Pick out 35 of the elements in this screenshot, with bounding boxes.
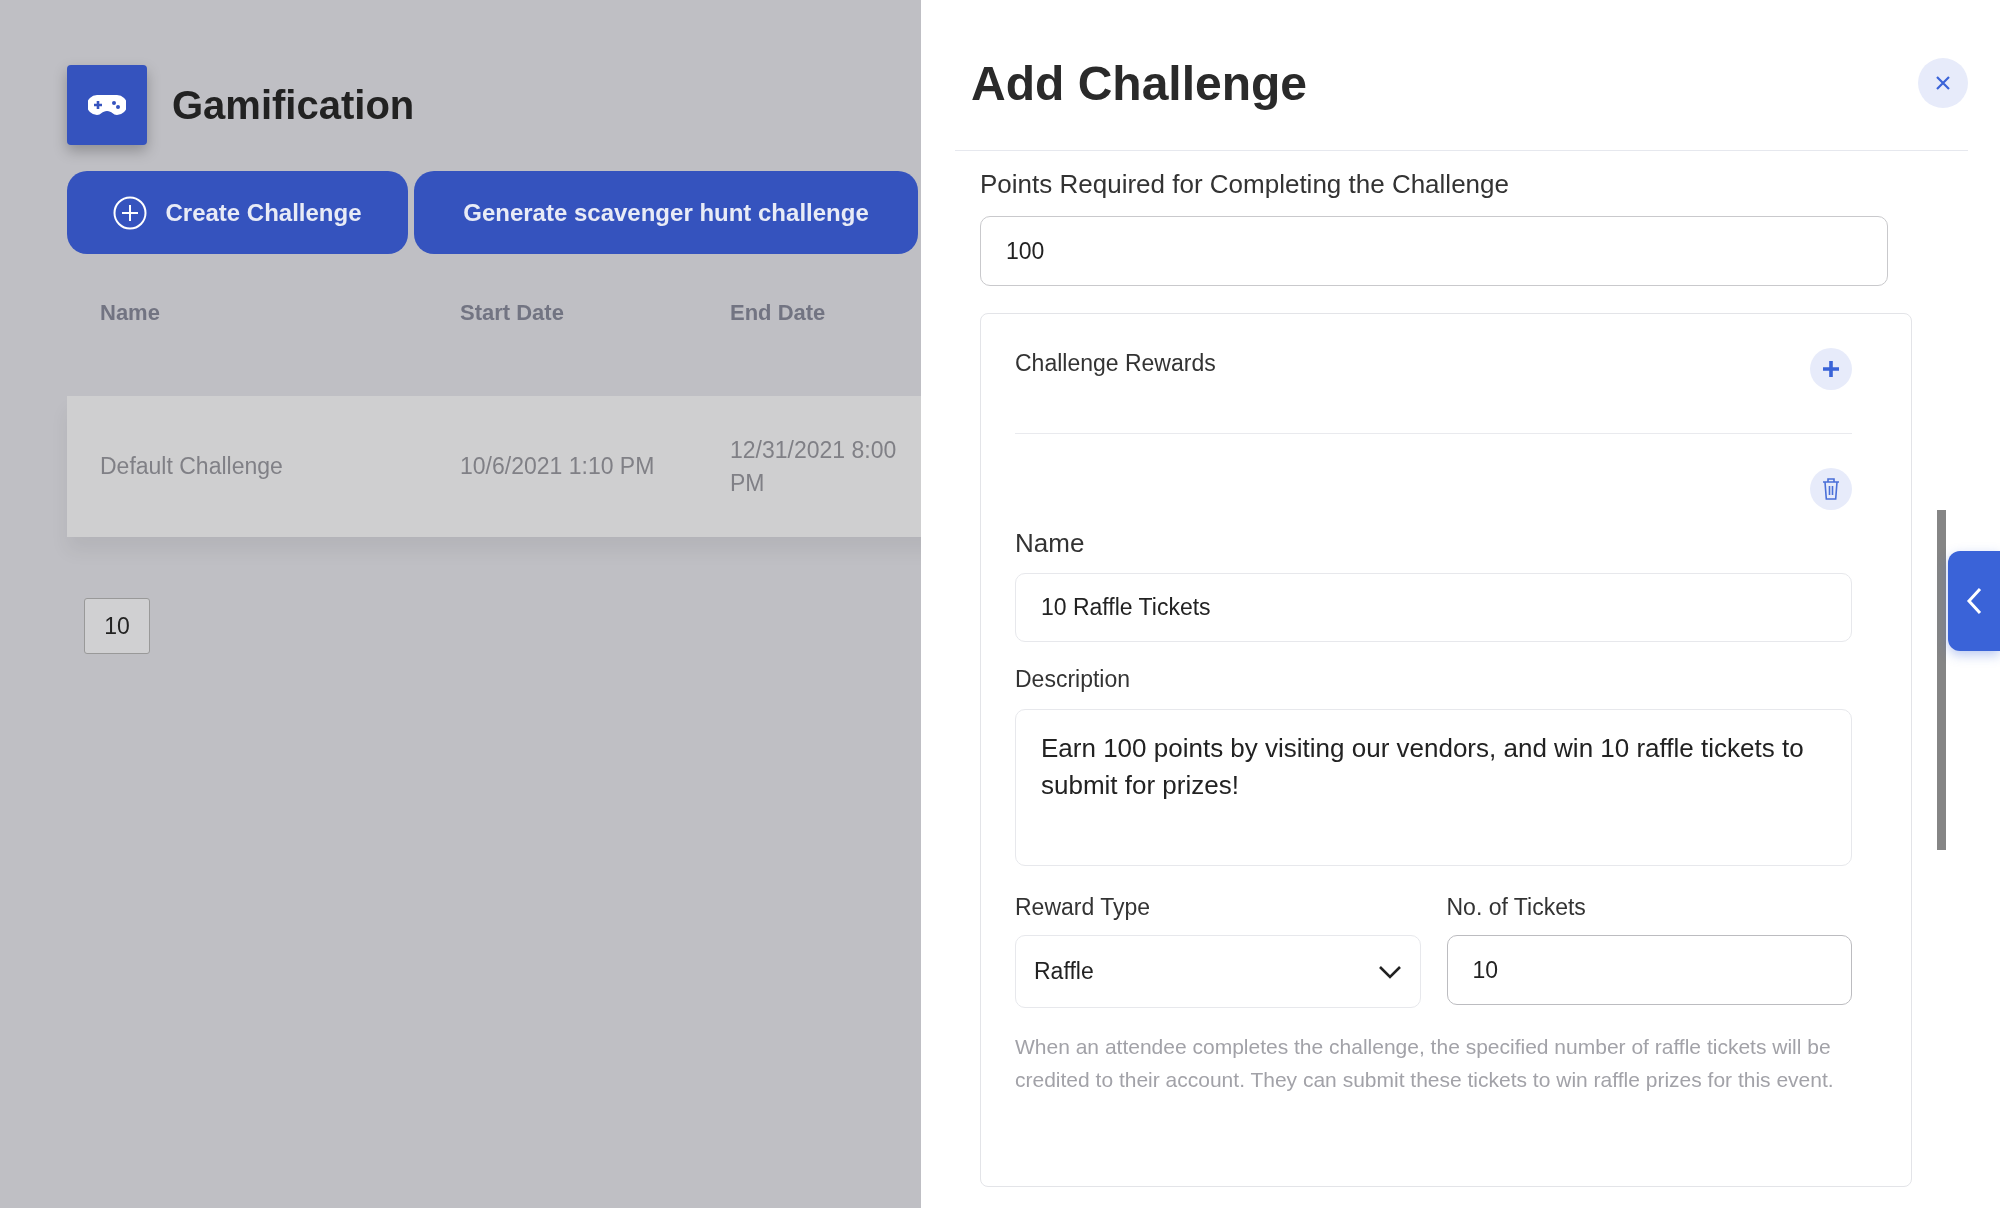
- add-button[interactable]: [1810, 347, 1852, 390]
- table-cell-text: 10/6/2021 1:10 PM: [460, 452, 656, 481]
- tickets-field[interactable]: 10: [1446, 935, 1852, 1005]
- table-cell-text: Default Challenge: [100, 452, 284, 481]
- name-field[interactable]: 10 Raffle Tickets: [1015, 573, 1852, 642]
- column-header: Name: [100, 300, 161, 327]
- chevron-down-icon: [1377, 964, 1402, 979]
- panel-title: Add Challenge: [971, 55, 1308, 111]
- close-icon: [1935, 75, 1951, 91]
- table-cell-text: 12/31/2021 8:00 PM: [730, 435, 898, 498]
- field-label: Name: [1015, 528, 1086, 559]
- delete-button[interactable]: [1810, 468, 1852, 510]
- chevron-left-icon: [1965, 586, 1983, 616]
- section-title: Challenge Rewards: [1015, 350, 1216, 377]
- generate-button[interactable]: Generate scavenger hunt challenge: [414, 171, 918, 254]
- field-label: Description: [1015, 666, 1132, 693]
- trash-icon: [1821, 477, 1841, 501]
- create-button[interactable]: Create Challenge: [67, 171, 408, 254]
- page-size-select[interactable]: 10: [84, 598, 150, 654]
- column-header: End Date: [730, 300, 827, 327]
- reward-type-select[interactable]: Raffle: [1015, 935, 1421, 1008]
- plus-icon: [1822, 359, 1840, 378]
- scrollbar[interactable]: [1937, 510, 1946, 850]
- points-field[interactable]: 100: [980, 216, 1888, 286]
- close-button[interactable]: [1918, 58, 1968, 108]
- plus-circle-icon: [113, 195, 148, 230]
- field-label: Reward Type: [1015, 894, 1152, 921]
- column-header: Start Date: [460, 300, 565, 327]
- page-title: Gamification: [172, 82, 415, 128]
- field-label: No. of Tickets: [1446, 894, 1587, 921]
- field-label: Points Required for Completing the Challenge: [980, 169, 1510, 200]
- collapse-tab[interactable]: [1948, 551, 2000, 651]
- gamepad-icon: [67, 65, 147, 145]
- description-field[interactable]: Earn 100 points by visiting our vendors, and win 10 raffle tickets to submit for prizes!: [1015, 709, 1852, 866]
- help-text: When an attendee completes the challenge, the specified number of raffle tickets will be credited to their account. They can submit these tickets to win raffle prizes for this event.: [1015, 1034, 1835, 1093]
